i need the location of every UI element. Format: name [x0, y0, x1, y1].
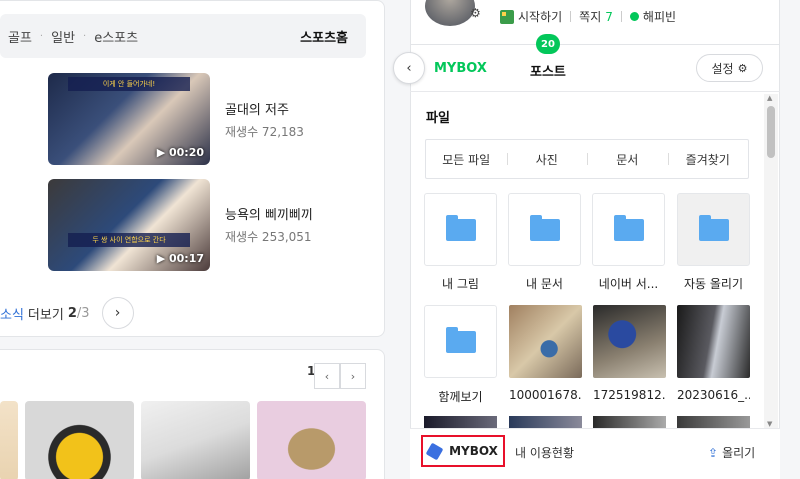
tab-mybox[interactable]: MYBOX — [434, 61, 487, 76]
pager-next-button[interactable]: › — [340, 363, 366, 389]
photo-thumbnail[interactable] — [593, 416, 666, 428]
video-banner-text: 이게 안 들어가네! — [68, 77, 190, 91]
photo-thumbnail[interactable] — [509, 416, 582, 428]
photo-thumbnail[interactable] — [509, 305, 582, 378]
filter-photos[interactable]: 사진 — [506, 151, 588, 168]
product-image[interactable] — [0, 401, 18, 479]
scroll-down-icon[interactable]: ▼ — [767, 420, 772, 428]
photo-thumbnail[interactable] — [424, 416, 497, 428]
photo-name: 20230616_... — [677, 388, 750, 402]
nav-golf[interactable]: 골프 — [8, 27, 32, 46]
folder-icon — [445, 214, 476, 241]
settings-button[interactable]: 설정 ⚙ — [696, 54, 763, 82]
happybean-icon — [629, 12, 639, 21]
upload-icon: ⇪ — [708, 446, 719, 460]
folder-name: 함께보기 — [438, 390, 483, 404]
sports-category-nav: 골프 · 일반 · e스포츠 스포츠홈 — [0, 14, 366, 58]
chevron-left-icon: ‹ — [406, 60, 412, 76]
folder-tile[interactable] — [424, 193, 497, 266]
video-views: 재생수 72,183 — [225, 125, 304, 139]
mybox-cube-icon — [425, 442, 444, 460]
folder-icon — [698, 214, 729, 241]
post-badge: 20 — [536, 34, 560, 54]
file-list-scrollbar[interactable]: ▲ ▼ — [764, 94, 778, 428]
video-views: 재생수 253,051 — [225, 230, 312, 244]
filter-all-files[interactable]: 모든 파일 — [426, 151, 507, 168]
mybox-button-label: MYBOX — [449, 444, 498, 458]
photo-thumbnail[interactable] — [677, 305, 750, 378]
photo-thumbnail[interactable] — [677, 416, 750, 428]
video-thumbnail[interactable]: 두 쌍 사이 연합으로 간다 ▶ 00:17 — [48, 179, 210, 271]
video-title[interactable]: 골대의 저주 — [225, 99, 289, 118]
nav-separator: · — [39, 30, 44, 42]
folder-tile[interactable] — [592, 193, 665, 266]
file-filter-bar: 모든 파일 사진 문서 즐겨찾기 — [425, 139, 749, 179]
pager-prev-button[interactable]: ‹ — [314, 363, 340, 389]
nav-general[interactable]: 일반 — [51, 27, 75, 46]
photo-thumbnail[interactable] — [593, 305, 666, 378]
gear-icon[interactable]: ⚙ — [470, 6, 481, 20]
divider — [570, 11, 572, 22]
scrollbar-thumb[interactable] — [767, 106, 775, 158]
video-banner-text: 두 쌍 사이 연합으로 간다 — [68, 233, 190, 247]
back-button[interactable]: ‹ — [393, 52, 425, 84]
video-duration: ▶ 00:17 — [156, 252, 204, 265]
usage-status-link[interactable]: 내 이용현황 — [515, 444, 574, 461]
folder-icon — [613, 214, 644, 241]
folder-name: 내 문서 — [526, 277, 563, 291]
filter-documents[interactable]: 문서 — [587, 151, 668, 168]
notes-link[interactable]: 쪽지 — [579, 8, 601, 25]
upload-button[interactable]: ⇪ 올리기 — [708, 444, 755, 461]
video-thumbnail[interactable]: 이게 안 들어가네! ▶ 00:20 — [48, 73, 210, 165]
chevron-right-icon: › — [114, 305, 121, 321]
scroll-up-icon[interactable]: ▲ — [767, 94, 772, 102]
tab-post[interactable]: 포스트 — [530, 61, 566, 80]
chevron-left-icon: ‹ — [324, 369, 330, 383]
product-image[interactable] — [257, 401, 366, 479]
chevron-right-icon: › — [350, 369, 356, 383]
photo-name: 100001678... — [509, 388, 582, 402]
folder-name: 네이버 서... — [598, 277, 659, 291]
folder-icon — [445, 326, 476, 353]
video-duration: ▶ 00:20 — [156, 146, 204, 159]
next-page-button[interactable]: › — [101, 297, 134, 329]
photo-name: 172519812... — [593, 388, 666, 402]
happybean-link[interactable]: 해피빈 — [643, 8, 676, 25]
more-page-indicator: 2/3 — [67, 305, 90, 321]
mybox-button[interactable]: MYBOX — [421, 435, 505, 467]
more-prefix: 소식 — [0, 307, 24, 323]
more-news-row: 소식 더보기 2/3 › — [0, 297, 134, 329]
folder-tile[interactable] — [677, 193, 750, 266]
profile-quick-links: 시작하기 쪽지 7 해피빈 — [500, 8, 676, 25]
folder-icon — [529, 214, 560, 241]
files-section-title: 파일 — [426, 111, 450, 126]
calendar-icon — [500, 9, 514, 24]
product-image[interactable] — [25, 401, 134, 479]
more-label[interactable]: 더보기 — [28, 304, 64, 323]
product-image[interactable] — [141, 401, 250, 479]
upload-label: 올리기 — [722, 446, 756, 460]
filter-favorites[interactable]: 즐겨찾기 — [667, 151, 749, 168]
nav-separator: · — [83, 30, 87, 42]
divider — [620, 11, 622, 22]
settings-label: 설정 — [711, 61, 734, 76]
sports-home-link[interactable]: 스포츠홈 — [300, 27, 348, 46]
folder-name: 내 그림 — [442, 277, 479, 291]
notes-count: 7 — [605, 9, 613, 24]
folder-tile[interactable] — [424, 305, 497, 378]
video-title[interactable]: 능욕의 삐끼삐끼 — [225, 204, 313, 223]
gear-icon: ⚙ — [737, 61, 748, 75]
folder-tile[interactable] — [508, 193, 581, 266]
nav-esports[interactable]: e스포츠 — [94, 27, 138, 46]
start-link[interactable]: 시작하기 — [518, 8, 562, 25]
folder-name: 자동 올리기 — [683, 277, 743, 291]
